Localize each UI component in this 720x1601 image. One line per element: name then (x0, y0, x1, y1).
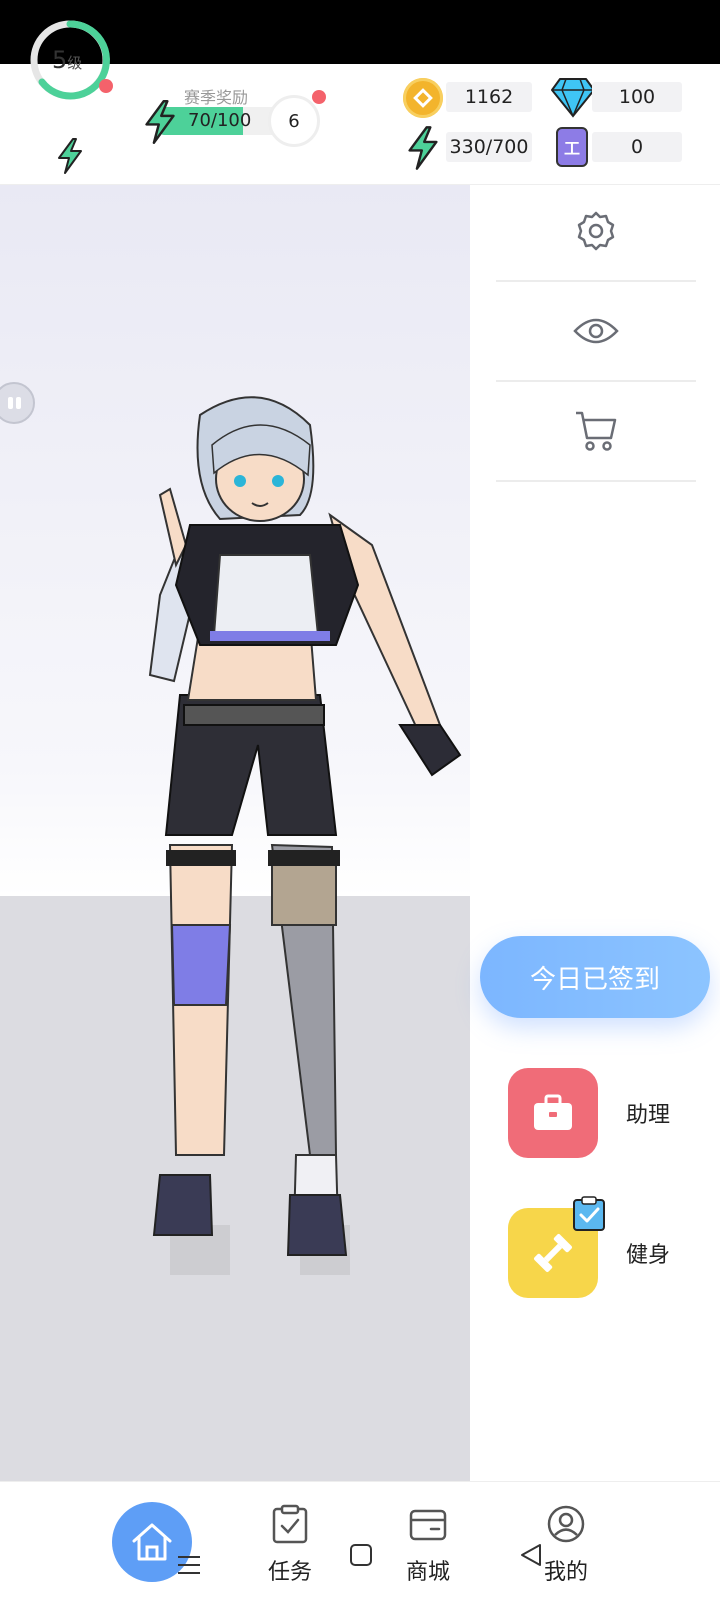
diamond-icon (551, 78, 595, 118)
clipboard-check-icon (573, 1196, 605, 1231)
season-bolt-icon (145, 100, 175, 144)
level-number: 5 (52, 46, 68, 74)
character-scene[interactable] (0, 185, 470, 1481)
side-pull-tab[interactable] (0, 375, 36, 431)
nav-store[interactable]: 商城 (388, 1504, 468, 1586)
fitness-label: 健身 (626, 1243, 671, 1268)
cart-button[interactable] (496, 382, 696, 482)
cart-icon (576, 411, 617, 451)
ticket-icon: 工 (556, 127, 588, 167)
assistant-button[interactable] (508, 1068, 598, 1158)
system-back-icon[interactable] (518, 1542, 544, 1568)
level-notification-dot (99, 79, 113, 93)
bottom-navigation: 任务 商城 我的 (0, 1481, 720, 1601)
ticket-balance[interactable]: 0 (592, 132, 682, 162)
daily-checkin-button[interactable]: 今日已签到 (480, 936, 710, 1018)
level-unit: 级 (67, 54, 83, 72)
ticket-balance-value: 0 (630, 136, 644, 158)
season-notification-dot (312, 90, 326, 104)
energy-balance-value: 330/700 (449, 136, 529, 158)
assistant-label: 助理 (626, 1103, 671, 1128)
season-progress-text: 70/100 (188, 110, 252, 131)
system-menu-icon[interactable] (176, 1552, 202, 1578)
season-reward-title: 赛季奖励 (184, 88, 249, 107)
level-label: 5级 (52, 46, 82, 74)
season-reward-count-value: 6 (288, 110, 300, 132)
briefcase-icon (534, 1094, 572, 1130)
visibility-button[interactable] (496, 282, 696, 382)
clipboard-icon (272, 1504, 308, 1544)
profile-icon (547, 1505, 585, 1543)
nav-store-label: 商城 (405, 1560, 450, 1585)
home-icon (132, 1523, 172, 1561)
coin-balance[interactable]: 1162 (446, 82, 532, 112)
nav-tasks-label: 任务 (267, 1560, 312, 1585)
daily-checkin-label: 今日已签到 (529, 964, 660, 995)
settings-button[interactable] (496, 182, 696, 282)
level-bolt-icon (58, 138, 82, 174)
season-reward-count[interactable]: 6 (268, 95, 320, 147)
dumbbell-icon (534, 1234, 572, 1272)
card-icon (409, 1509, 447, 1541)
character-avatar[interactable] (140, 395, 470, 1275)
energy-bolt-icon (408, 126, 438, 170)
ticket-icon-glyph: 工 (563, 139, 580, 158)
gear-icon (577, 211, 615, 251)
system-home-icon[interactable] (348, 1542, 374, 1568)
energy-balance[interactable]: 330/700 (446, 132, 532, 162)
eye-icon (573, 318, 619, 344)
coin-balance-value: 1162 (464, 86, 514, 108)
diamond-balance[interactable]: 100 (592, 82, 682, 112)
coin-icon (403, 78, 443, 118)
nav-tasks[interactable]: 任务 (250, 1504, 330, 1586)
diamond-balance-value: 100 (618, 86, 656, 108)
